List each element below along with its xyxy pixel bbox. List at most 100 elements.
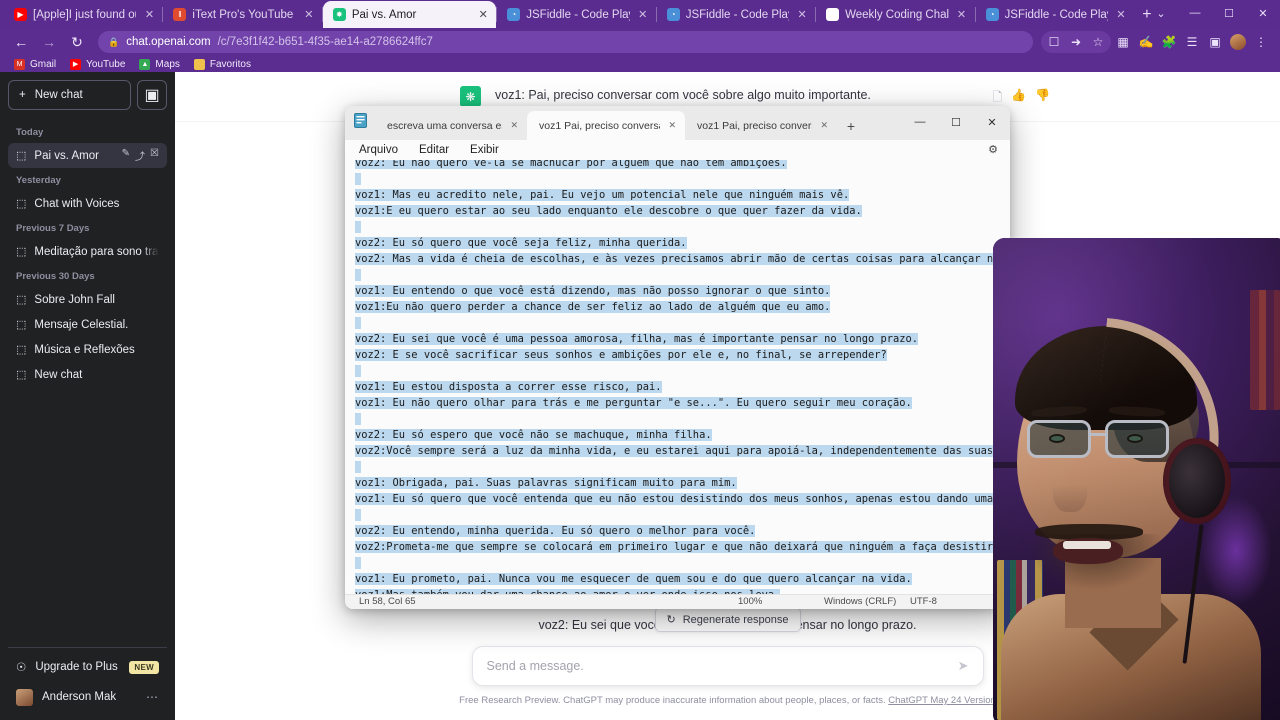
chat-history-item[interactable]: ⬚ Sobre John Fall [8,287,167,312]
notepad-line-text: voz2: Eu entendo, minha querida. Eu só q… [355,524,756,537]
send-arrow-icon[interactable]: ➤ [958,658,969,674]
minimize-button[interactable]: ⌄ [1144,0,1178,26]
bookmark-item[interactable]: ▲ Maps [139,58,180,70]
folder-icon [193,58,205,70]
browser-tab[interactable]: ‖ iText Pro's YouTube Stats (Summ ✕ [163,1,321,28]
panel-toggle-icon[interactable]: ▣ [137,80,167,110]
message-composer[interactable]: ➤ [471,646,984,686]
notepad-tab[interactable]: voz1 Pai, preciso conversar com voc ✕ [685,111,837,140]
gear-icon[interactable]: ⚙ [988,143,998,156]
notepad-close-button[interactable]: ✕ [974,106,1010,138]
browser-tab[interactable]: ⬢ Weekly Coding Challenge #8 - C ✕ [816,1,974,28]
chat-history-item[interactable]: ⬚ Mensaje Celestial. [8,312,167,337]
browser-tab[interactable]: ▶ [Apple]I just found out my mid ✕ [4,1,162,28]
webcam-overlay [993,238,1280,720]
tab-close-icon[interactable]: ✕ [142,8,156,21]
notepad-line-text: voz2: Eu só quero que você seja feliz, m… [355,236,687,249]
notepad-text-content[interactable]: voz2: Eu não quero vê-la se machucar por… [355,159,1010,594]
wallet-icon[interactable]: ▦ [1112,31,1134,53]
tab-close-icon[interactable]: ✕ [795,8,809,21]
chrome-menu-icon[interactable]: ⋮ [1250,31,1272,53]
notepad-tab-close-icon[interactable]: ✕ [820,120,828,131]
line-ending[interactable]: Windows (CRLF) [824,596,910,607]
notepad-minimize-button[interactable]: — [902,106,938,138]
zoom-level[interactable]: 100% [738,596,824,607]
notepad-line: voz1: Mas eu acredito nele, pai. Eu vejo… [355,187,1010,203]
regenerate-response-button[interactable]: ↻ Regenerate response [654,607,801,632]
reload-icon[interactable]: ↻ [64,29,90,55]
menu-arquivo[interactable]: Arquivo [359,144,398,156]
notepad-editor[interactable]: voz2: Eu não quero vê-la se machucar por… [345,159,1010,594]
message-input[interactable] [486,659,958,673]
tab-close-icon[interactable]: ✕ [955,8,969,21]
chat-history-item[interactable]: ⬚ Música e Reflexões [8,337,167,362]
trash-icon[interactable]: ☒ [150,148,159,163]
notepad-tab-close-icon[interactable]: ✕ [510,120,518,131]
tab-close-icon[interactable]: ✕ [636,8,650,21]
new-chat-label: New chat [34,89,83,101]
profile-avatar[interactable] [1227,31,1249,53]
browser-tab[interactable]: ◔ JSFiddle - Code Playground ✕ [497,1,655,28]
notepad-line [355,267,1010,283]
window-maximize-button[interactable]: ☐ [1212,0,1246,26]
reading-list-icon[interactable]: ☰ [1181,31,1203,53]
new-chat-button[interactable]: + New chat [8,80,131,110]
chat-bubble-icon: ⬚ [16,294,27,306]
share-icon[interactable]: ➜ [1065,31,1087,53]
sidepanel-icon[interactable]: ▣ [1204,31,1226,53]
chat-history-item[interactable]: ⬚ New chat [8,362,167,387]
notepad-tab-close-icon[interactable]: ✕ [668,120,676,131]
edit-icon[interactable]: ✎ [122,148,130,163]
chatgpt-logo-icon: ❋ [460,86,481,107]
notepad-line: voz1: Obrigada, pai. Suas palavras signi… [355,475,1010,491]
browser-tab[interactable]: ◔ JSFiddle - Code Playground ✕ [657,1,815,28]
chat-history-item[interactable]: ⬚ Pai vs. Amor ✎ ⤴ ☒ [8,143,167,168]
chat-history-list: Today ⬚ Pai vs. Amor ✎ ⤴ ☒ Yesterday ⬚ Chat with… [8,120,167,647]
chat-history-item[interactable]: ⬚ Meditação para sono tranquilo [8,239,167,264]
notepad-tab[interactable]: voz1 Pai, preciso conversar com vo ✕ [527,111,685,140]
bookmark-item[interactable]: ▶ YouTube [70,58,125,70]
maps-icon: ▲ [139,58,151,70]
chat-history-item[interactable]: ⬚ Chat with Voices [8,191,167,216]
bookmark-star-icon[interactable]: ☆ [1087,31,1109,53]
user-account-button[interactable]: Anderson Mak ⋯ [8,682,167,712]
bookmark-item[interactable]: Favoritos [193,58,251,70]
back-icon[interactable]: ← [8,29,34,55]
forward-icon[interactable]: → [36,29,62,55]
notepad-line [355,459,1010,475]
share-icon[interactable]: ⤴ [135,148,145,163]
window-close-button[interactable]: ✕ [1246,0,1280,26]
tab-close-icon[interactable]: ✕ [476,8,490,21]
browser-tab[interactable]: ✸ Pai vs. Amor ✕ [322,1,497,28]
notepad-tab[interactable]: escreva uma conversa estilo diálogc ✕ [375,111,527,140]
notepad-line-text: voz1:Eu não quero perder a chance de ser… [355,300,831,313]
translate-icon[interactable]: ☐ [1043,31,1065,53]
notepad-tab-title: voz1 Pai, preciso conversar com voc [697,119,812,132]
bookmark-item[interactable]: M Gmail [14,58,56,70]
notepad-line: voz2: Eu entendo, minha querida. Eu só q… [355,523,1010,539]
tab-title: JSFiddle - Code Playground [685,8,789,21]
ellipsis-icon[interactable]: ⋯ [146,690,159,704]
notepad-line: voz1: Eu prometo, pai. Nunca vou me esqu… [355,571,1010,587]
version-link[interactable]: ChatGPT May 24 Version [888,695,996,706]
notepad-line: voz2: Eu sei que você é uma pessoa amoro… [355,331,1010,347]
notepad-glyph [353,113,367,128]
tab-close-icon[interactable]: ✕ [302,8,316,21]
privacy-hand-icon[interactable]: ✍ [1135,31,1157,53]
thumbs-down-icon[interactable]: 👎 [1035,88,1050,109]
notepad-line-text: voz1: Eu não quero olhar para trás e me … [355,396,912,409]
thumbs-up-icon[interactable]: 👍 [1011,88,1026,109]
notepad-maximize-button[interactable]: ☐ [938,106,974,138]
tab-close-icon[interactable]: ✕ [1114,8,1128,21]
upgrade-to-plus-button[interactable]: ☉ Upgrade to Plus NEW [8,652,167,682]
notepad-window[interactable]: escreva uma conversa estilo diálogc✕voz1… [345,106,1010,609]
address-bar[interactable]: 🔒 chat.openai.com/c/7e3f1f42-b651-4f35-a… [98,31,1033,53]
window-minimize-button[interactable]: — [1178,0,1212,26]
notepad-new-tab-button[interactable]: + [837,111,865,140]
menu-exibir[interactable]: Exibir [470,144,499,156]
encoding[interactable]: UTF-8 [910,596,996,607]
menu-editar[interactable]: Editar [419,144,449,156]
browser-tab[interactable]: ◔ JSFiddle - Code Playground ✕ [976,1,1134,28]
extensions-puzzle-icon[interactable]: 🧩 [1158,31,1180,53]
notepad-line: voz1:E eu quero estar ao seu lado enquan… [355,203,1010,219]
